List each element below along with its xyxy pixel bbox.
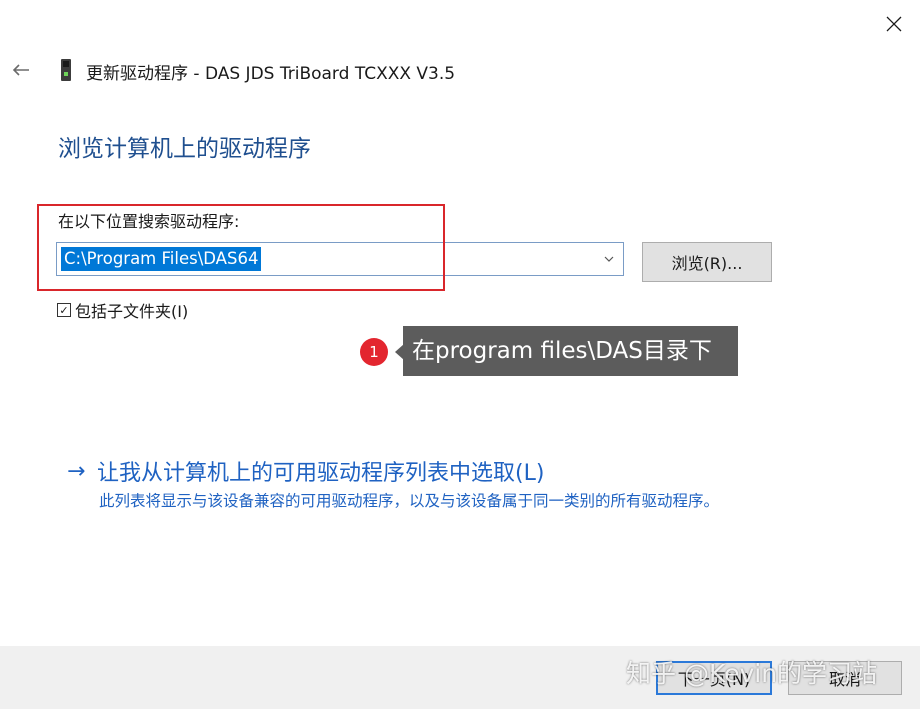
cancel-button[interactable]: 取消 xyxy=(788,661,902,695)
driver-path-combobox[interactable]: C:\Program Files\DAS64 xyxy=(56,242,624,276)
arrow-right-icon: → xyxy=(67,458,86,484)
dialog-footer xyxy=(0,646,920,709)
browse-button[interactable]: 浏览(R)... xyxy=(642,242,772,282)
driver-path-value[interactable]: C:\Program Files\DAS64 xyxy=(61,247,262,271)
chevron-down-icon[interactable] xyxy=(601,251,617,267)
close-button[interactable] xyxy=(876,8,912,40)
include-subfolders-checkbox[interactable]: ✓ 包括子文件夹(I) xyxy=(57,298,188,322)
usb-device-icon xyxy=(61,59,71,81)
close-icon xyxy=(886,16,902,32)
step-number-badge: 1 xyxy=(360,338,388,366)
back-button[interactable] xyxy=(4,56,38,84)
checkbox-checked-icon[interactable]: ✓ xyxy=(57,303,71,317)
search-location-label: 在以下位置搜索驱动程序: xyxy=(58,212,240,231)
back-arrow-icon xyxy=(12,64,29,76)
dialog-title: 更新驱动程序 - DAS JDS TriBoard TCXXX V3.5 xyxy=(86,64,456,84)
next-button[interactable]: 下一页(N) xyxy=(656,661,772,695)
pick-from-list-description: 此列表将显示与该设备兼容的可用驱动程序，以及与该设备属于同一类别的所有驱动程序。 xyxy=(99,492,720,510)
pick-from-list-link[interactable]: → 让我从计算机上的可用驱动程序列表中选取(L) xyxy=(67,455,544,487)
include-subfolders-label: 包括子文件夹(I) xyxy=(75,302,189,321)
annotation-text: 在program files\DAS目录下 xyxy=(403,326,738,376)
pick-from-list-label[interactable]: 让我从计算机上的可用驱动程序列表中选取(L) xyxy=(97,455,544,487)
page-heading: 浏览计算机上的驱动程序 xyxy=(58,136,311,162)
